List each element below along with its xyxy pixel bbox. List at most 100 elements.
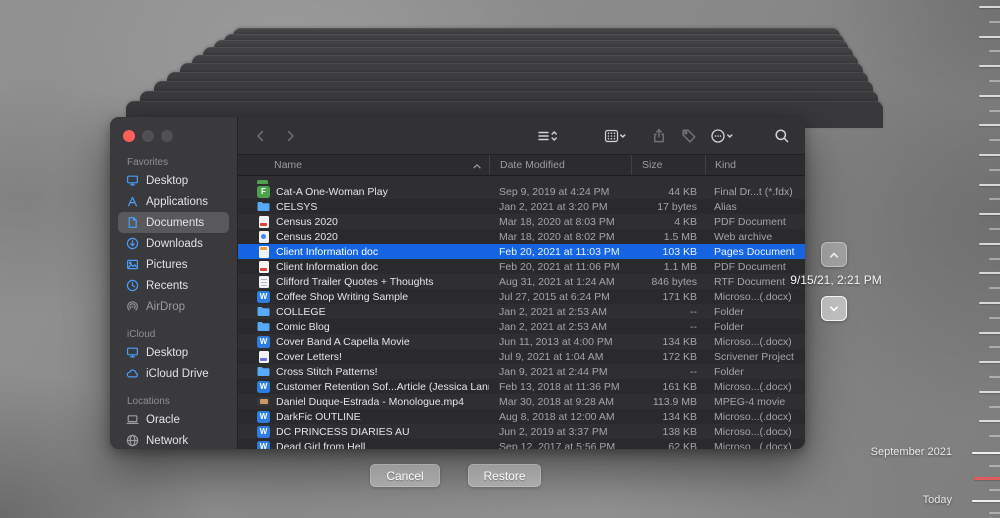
timeline-tick[interactable] bbox=[989, 139, 1000, 141]
timeline-tick[interactable] bbox=[979, 243, 1000, 245]
file-date-cell: Jan 2, 2021 at 2:53 AM bbox=[489, 321, 631, 333]
file-row[interactable]: WCover Band A Capella MovieJun 11, 2013 … bbox=[238, 334, 805, 349]
file-date-cell: Jan 9, 2021 at 2:44 PM bbox=[489, 366, 631, 378]
timeline-tick[interactable] bbox=[979, 391, 1000, 393]
timeline-tick[interactable] bbox=[979, 154, 1000, 156]
timeline-tick[interactable] bbox=[989, 317, 1000, 319]
timeline-tick[interactable] bbox=[989, 435, 1000, 437]
file-row[interactable]: Cross Stitch Patterns!Jan 9, 2021 at 2:4… bbox=[238, 364, 805, 379]
file-size-cell: -- bbox=[631, 321, 705, 333]
timeline-tick[interactable] bbox=[989, 346, 1000, 348]
timemachine-forward-button[interactable] bbox=[821, 242, 847, 267]
timeline-tick[interactable] bbox=[989, 258, 1000, 260]
sidebar-item-desktop[interactable]: Desktop bbox=[118, 170, 229, 191]
timeline-tick[interactable] bbox=[989, 50, 1000, 52]
column-header-date[interactable]: Date Modified bbox=[489, 155, 631, 175]
file-date-cell: Aug 8, 2018 at 12:00 AM bbox=[489, 411, 631, 423]
file-row[interactable]: Census 2020Mar 18, 2020 at 8:02 PM1.5 MB… bbox=[238, 229, 805, 244]
sidebar-item-downloads[interactable]: Downloads bbox=[118, 233, 229, 254]
timemachine-back-button[interactable] bbox=[821, 296, 847, 321]
timeline-tick[interactable] bbox=[979, 420, 1000, 422]
timeline-tick[interactable] bbox=[979, 302, 1000, 304]
file-row[interactable]: COLLEGEJan 2, 2021 at 2:53 AM--Folder bbox=[238, 304, 805, 319]
timeline-tick[interactable] bbox=[989, 376, 1000, 378]
restore-button[interactable]: Restore bbox=[468, 464, 541, 487]
timeline-tick[interactable] bbox=[989, 110, 1000, 112]
column-header-name[interactable]: Name bbox=[238, 155, 489, 175]
file-row[interactable]: Cover Letters!Jul 9, 2021 at 1:04 AM172 … bbox=[238, 349, 805, 364]
sidebar-item-desktop[interactable]: Desktop bbox=[118, 342, 229, 363]
timeline-tick[interactable] bbox=[989, 465, 1000, 467]
file-row[interactable]: Client Information docFeb 20, 2021 at 11… bbox=[238, 259, 805, 274]
close-button[interactable] bbox=[123, 130, 135, 142]
column-header-kind[interactable]: Kind bbox=[705, 155, 805, 175]
file-size-cell: 113.9 MB bbox=[631, 396, 705, 408]
scrivener-file-icon bbox=[257, 351, 270, 363]
timeline-tick[interactable] bbox=[989, 198, 1000, 200]
file-row[interactable]: Comic BlogJan 2, 2021 at 2:53 AM--Folder bbox=[238, 319, 805, 334]
forward-icon[interactable] bbox=[282, 128, 298, 144]
file-row[interactable]: Daniel Duque-Estrada - Monologue.mp4Mar … bbox=[238, 394, 805, 409]
timeline-tick[interactable] bbox=[979, 65, 1000, 67]
partial-file-row[interactable] bbox=[238, 176, 805, 184]
tag-icon[interactable] bbox=[681, 128, 697, 144]
timeline-tick[interactable] bbox=[989, 80, 1000, 82]
file-row[interactable]: WDarkFic OUTLINEAug 8, 2018 at 12:00 AM1… bbox=[238, 409, 805, 424]
file-row[interactable]: Client Information docFeb 20, 2021 at 11… bbox=[238, 244, 805, 259]
file-name: CELSYS bbox=[276, 201, 317, 213]
timeline-tick[interactable] bbox=[989, 169, 1000, 171]
timeline-tick[interactable] bbox=[979, 6, 1000, 8]
timeline-tick[interactable] bbox=[979, 213, 1000, 215]
timeline-tick[interactable] bbox=[989, 228, 1000, 230]
sidebar-item-recents[interactable]: Recents bbox=[118, 275, 229, 296]
file-row[interactable]: Census 2020Mar 18, 2020 at 8:03 PM4 KBPD… bbox=[238, 214, 805, 229]
group-by-icon[interactable] bbox=[604, 128, 627, 144]
timeline-current-tick[interactable] bbox=[974, 477, 1000, 480]
sidebar-item-label: Oracle bbox=[146, 414, 180, 426]
timeline-tick[interactable] bbox=[979, 361, 1000, 363]
sidebar-section-label: iCloud bbox=[127, 329, 237, 341]
timeline-tick[interactable] bbox=[989, 21, 1000, 23]
file-row[interactable]: Clifford Trailer Quotes + ThoughtsAug 31… bbox=[238, 274, 805, 289]
timeline-tick[interactable] bbox=[989, 489, 1000, 491]
file-name-cell: Clifford Trailer Quotes + Thoughts bbox=[238, 276, 489, 288]
timeline-tick[interactable] bbox=[979, 332, 1000, 334]
sidebar-item-icloud-drive[interactable]: iCloud Drive bbox=[118, 363, 229, 384]
timeline-tick[interactable] bbox=[979, 36, 1000, 38]
timeline-tick[interactable] bbox=[972, 452, 1000, 454]
file-row[interactable]: FCat-A One-Woman PlaySep 9, 2019 at 4:24… bbox=[238, 184, 805, 199]
timeline-tick[interactable] bbox=[979, 124, 1000, 126]
search-icon[interactable] bbox=[774, 128, 790, 144]
file-row[interactable]: WCoffee Shop Writing SampleJul 27, 2015 … bbox=[238, 289, 805, 304]
minimize-button[interactable] bbox=[142, 130, 154, 142]
zoom-button[interactable] bbox=[161, 130, 173, 142]
file-size-cell: 161 KB bbox=[631, 381, 705, 393]
cancel-button[interactable]: Cancel bbox=[370, 464, 440, 487]
file-size-cell: 134 KB bbox=[631, 336, 705, 348]
sidebar-item-airdrop[interactable]: AirDrop bbox=[118, 296, 229, 317]
timeline-tick[interactable] bbox=[989, 287, 1000, 289]
file-row[interactable]: WDead Girl from HellSep 12, 2017 at 5:56… bbox=[238, 439, 805, 449]
list-view-icon[interactable] bbox=[537, 128, 560, 144]
sidebar-item-oracle[interactable]: Oracle bbox=[118, 409, 229, 430]
file-size-cell: 44 KB bbox=[631, 186, 705, 198]
file-row[interactable]: CELSYSJan 2, 2021 at 3:20 PM17 bytesAlia… bbox=[238, 199, 805, 214]
file-row[interactable]: WDC PRINCESS DIARIES AUJun 2, 2019 at 3:… bbox=[238, 424, 805, 439]
file-row[interactable]: WCustomer Retention Sof...Article (Jessi… bbox=[238, 379, 805, 394]
timeline-tick[interactable] bbox=[972, 500, 1000, 502]
timeline-tick[interactable] bbox=[989, 406, 1000, 408]
back-icon[interactable] bbox=[253, 128, 269, 144]
timeline-tick[interactable] bbox=[979, 184, 1000, 186]
timeline-tick[interactable] bbox=[979, 95, 1000, 97]
more-actions-icon[interactable] bbox=[711, 128, 734, 144]
column-header-size[interactable]: Size bbox=[631, 155, 705, 175]
sidebar-item-network[interactable]: Network bbox=[118, 430, 229, 449]
clipped-file-icon bbox=[257, 180, 268, 184]
timeline-tick[interactable] bbox=[979, 272, 1000, 274]
timeline-tick[interactable] bbox=[989, 512, 1000, 514]
sidebar-item-applications[interactable]: Applications bbox=[118, 191, 229, 212]
sidebar-item-pictures[interactable]: Pictures bbox=[118, 254, 229, 275]
sidebar-item-documents[interactable]: Documents bbox=[118, 212, 229, 233]
sidebar-item-label: Downloads bbox=[146, 238, 203, 250]
share-icon[interactable] bbox=[651, 128, 667, 144]
